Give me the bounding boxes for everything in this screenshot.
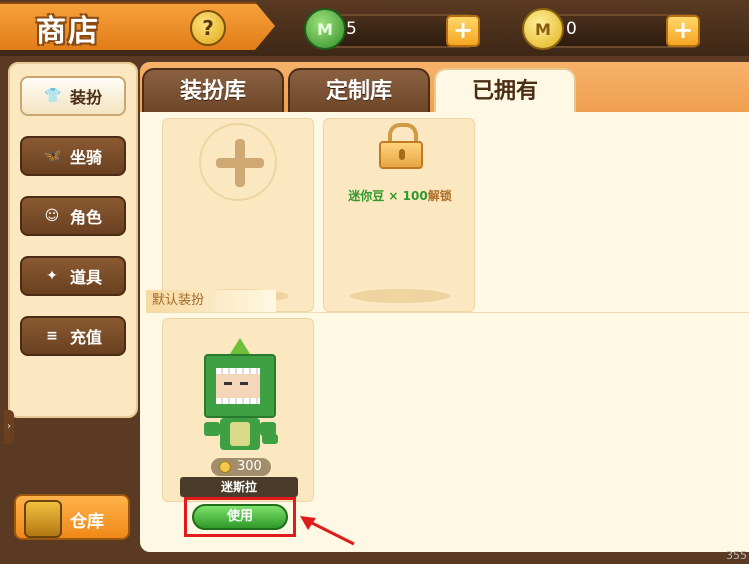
warehouse-button[interactable]: 仓库 (14, 494, 130, 540)
use-button[interactable]: 使用 (192, 504, 288, 530)
mount-icon: 🦋 (43, 148, 62, 164)
collapse-handle[interactable]: › (4, 410, 14, 444)
sidebar-item-outfit[interactable]: 👕 装扮 (20, 76, 126, 116)
coin-icon (219, 461, 231, 473)
tab-custom-library[interactable]: 定制库 (288, 68, 430, 112)
add-outfit-card[interactable] (162, 118, 314, 312)
unlock-label: 解锁 (427, 189, 452, 203)
sidebar-item-label: 角色 (69, 208, 102, 227)
sidebar-item-character[interactable]: ☺ 角色 (20, 196, 126, 236)
lock-icon (379, 123, 423, 169)
sidebar-item-mount[interactable]: 🦋 坐骑 (20, 136, 126, 176)
green-gem-icon: M (304, 8, 346, 50)
locked-slot-card[interactable]: 迷你豆 × 100解锁 (323, 118, 475, 312)
sidebar-item-label: 充值 (69, 328, 102, 347)
coins-icon: ≡ (46, 328, 58, 344)
top-bar: 商店 ? M 5 + M 0 + (0, 0, 749, 58)
add-circle (199, 123, 277, 201)
sidebar-item-label: 装扮 (69, 88, 102, 107)
section-label: 默认装扮 (146, 290, 276, 312)
gold-currency-value: 0 (566, 19, 577, 39)
shirt-icon: 👕 (43, 88, 62, 104)
add-green-currency-button[interactable]: + (446, 15, 480, 47)
sidebar-item-props[interactable]: ✦ 道具 (20, 256, 126, 296)
sidebar: 👕 装扮 🦋 坐骑 ☺ 角色 ✦ 道具 ≡ 充值 (8, 62, 138, 418)
red-arrow-icon (300, 516, 355, 546)
price-badge: 300 (211, 458, 271, 476)
prop-icon: ✦ (46, 268, 58, 284)
sidebar-item-label: 坐骑 (69, 148, 102, 167)
tab-owned[interactable]: 已拥有 (434, 68, 576, 112)
question-icon: ? (202, 16, 214, 40)
skin-name: 迷斯拉 (180, 477, 298, 497)
tab-outfit-library[interactable]: 装扮库 (142, 68, 284, 112)
character-icon: ☺ (44, 208, 60, 224)
sidebar-item-recharge[interactable]: ≡ 充值 (20, 316, 126, 356)
unlock-cost: 迷你豆 × 100 (348, 189, 428, 203)
treasure-chest-icon (24, 500, 62, 538)
page-title: 商店 (36, 14, 100, 49)
warehouse-label: 仓库 (70, 512, 104, 532)
chevron-right-icon: › (7, 421, 11, 432)
green-currency-value: 5 (346, 19, 357, 39)
gold-coin-icon: M (522, 8, 564, 50)
add-gold-currency-button[interactable]: + (666, 15, 700, 47)
help-button[interactable]: ? (190, 10, 226, 46)
corner-number: 355 (726, 549, 747, 562)
sidebar-item-label: 道具 (69, 268, 102, 287)
dinosaur-skin-figure (200, 338, 280, 458)
skin-price: 300 (237, 459, 262, 474)
unlock-cost-text: 迷你豆 × 100解锁 (324, 187, 476, 204)
section-divider (146, 312, 749, 313)
